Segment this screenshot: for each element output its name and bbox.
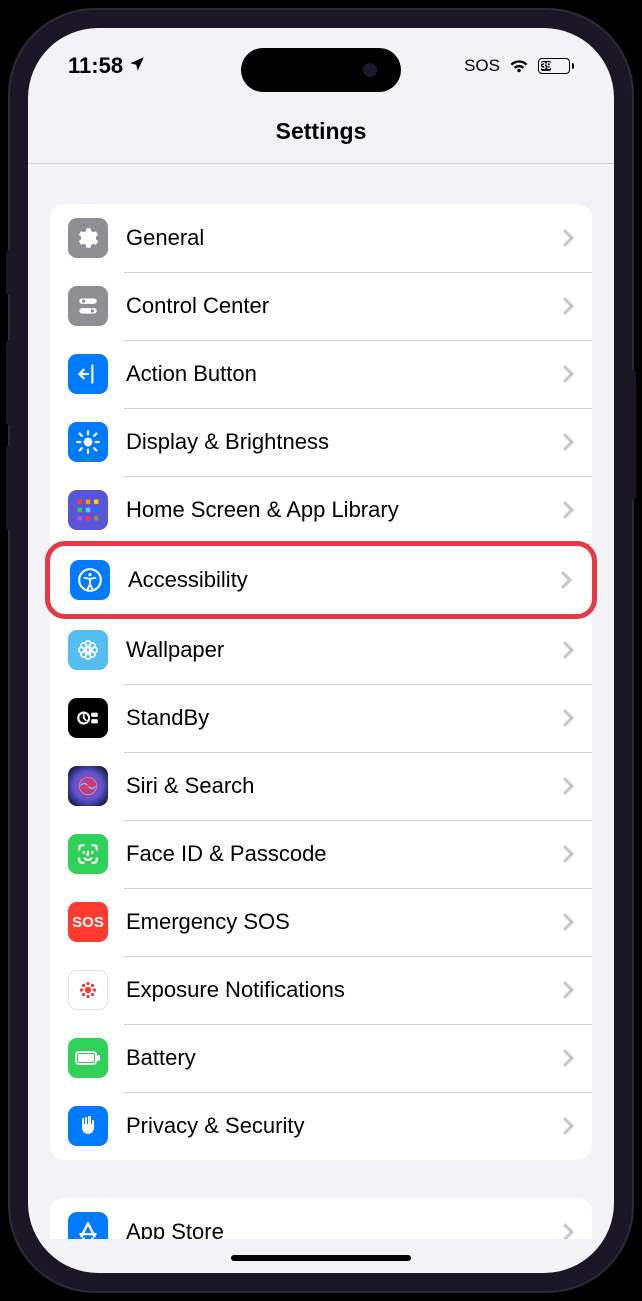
settings-content[interactable]: General Control Center Action Button	[28, 164, 614, 1239]
faceid-icon	[68, 834, 108, 874]
settings-row-appstore[interactable]: App Store	[50, 1198, 592, 1239]
row-label: Battery	[126, 1045, 562, 1071]
settings-row-wallpaper[interactable]: Wallpaper	[50, 616, 592, 684]
phone-frame: 11:58 SOS 39 Settings	[10, 10, 632, 1291]
home-indicator[interactable]	[231, 1255, 411, 1261]
settings-row-display[interactable]: Display & Brightness	[50, 408, 592, 476]
screen: 11:58 SOS 39 Settings	[28, 28, 614, 1273]
page-title: Settings	[28, 118, 614, 145]
volume-up-button	[6, 340, 12, 425]
chevron-right-icon	[562, 981, 574, 999]
row-label: Privacy & Security	[126, 1113, 562, 1139]
battery-indicator: 39	[538, 58, 574, 74]
settings-group-1: General Control Center Action Button	[50, 204, 592, 1160]
row-label: Action Button	[126, 361, 562, 387]
chevron-right-icon	[560, 571, 572, 589]
settings-group-2: App Store Wallet & Apple Pay	[50, 1198, 592, 1239]
sos-indicator: SOS	[464, 56, 500, 76]
battery-icon	[68, 1038, 108, 1078]
row-label: General	[126, 225, 562, 251]
settings-row-standby[interactable]: StandBy	[50, 684, 592, 752]
chevron-right-icon	[562, 297, 574, 315]
chevron-right-icon	[562, 501, 574, 519]
brightness-icon	[68, 422, 108, 462]
power-button	[630, 370, 636, 500]
chevron-right-icon	[562, 845, 574, 863]
settings-row-control-center[interactable]: Control Center	[50, 272, 592, 340]
wifi-icon	[508, 55, 530, 78]
row-label: Display & Brightness	[126, 429, 562, 455]
settings-row-battery[interactable]: Battery	[50, 1024, 592, 1092]
appstore-icon	[68, 1212, 108, 1239]
accessibility-icon	[70, 560, 110, 600]
volume-down-button	[6, 445, 12, 530]
chevron-right-icon	[562, 913, 574, 931]
chevron-right-icon	[562, 1049, 574, 1067]
chevron-right-icon	[562, 1117, 574, 1135]
toggles-icon	[68, 286, 108, 326]
settings-row-emergency-sos[interactable]: SOS Emergency SOS	[50, 888, 592, 956]
settings-row-exposure[interactable]: Exposure Notifications	[50, 956, 592, 1024]
row-label: Wallpaper	[126, 637, 562, 663]
chevron-right-icon	[562, 1223, 574, 1239]
nav-header: Settings	[28, 88, 614, 164]
chevron-right-icon	[562, 641, 574, 659]
row-label: Face ID & Passcode	[126, 841, 562, 867]
settings-row-privacy[interactable]: Privacy & Security	[50, 1092, 592, 1160]
row-label: Exposure Notifications	[126, 977, 562, 1003]
status-time: 11:58	[68, 53, 123, 79]
row-label: StandBy	[126, 705, 562, 731]
hand-icon	[68, 1106, 108, 1146]
chevron-right-icon	[562, 433, 574, 451]
exposure-icon	[68, 970, 108, 1010]
action-button-icon	[68, 354, 108, 394]
battery-level: 39	[541, 61, 551, 71]
chevron-right-icon	[562, 709, 574, 727]
sos-icon: SOS	[68, 902, 108, 942]
settings-row-accessibility[interactable]: Accessibility	[45, 541, 597, 619]
silent-switch	[6, 250, 12, 295]
row-label: Accessibility	[128, 567, 560, 593]
chevron-right-icon	[562, 229, 574, 247]
row-label: Home Screen & App Library	[126, 497, 562, 523]
dynamic-island	[241, 48, 401, 92]
settings-row-home-screen[interactable]: Home Screen & App Library	[50, 476, 592, 544]
row-label: Control Center	[126, 293, 562, 319]
settings-row-faceid[interactable]: Face ID & Passcode	[50, 820, 592, 888]
row-label: Siri & Search	[126, 773, 562, 799]
status-right: SOS 39	[464, 55, 574, 78]
settings-row-general[interactable]: General	[50, 204, 592, 272]
settings-row-siri[interactable]: Siri & Search	[50, 752, 592, 820]
chevron-right-icon	[562, 777, 574, 795]
grid-icon	[68, 490, 108, 530]
row-label: Emergency SOS	[126, 909, 562, 935]
location-icon	[128, 53, 146, 79]
gear-icon	[68, 218, 108, 258]
status-left: 11:58	[68, 53, 146, 79]
flower-icon	[68, 630, 108, 670]
chevron-right-icon	[562, 365, 574, 383]
standby-icon	[68, 698, 108, 738]
siri-icon	[68, 766, 108, 806]
row-label: App Store	[126, 1219, 562, 1239]
settings-row-action-button[interactable]: Action Button	[50, 340, 592, 408]
